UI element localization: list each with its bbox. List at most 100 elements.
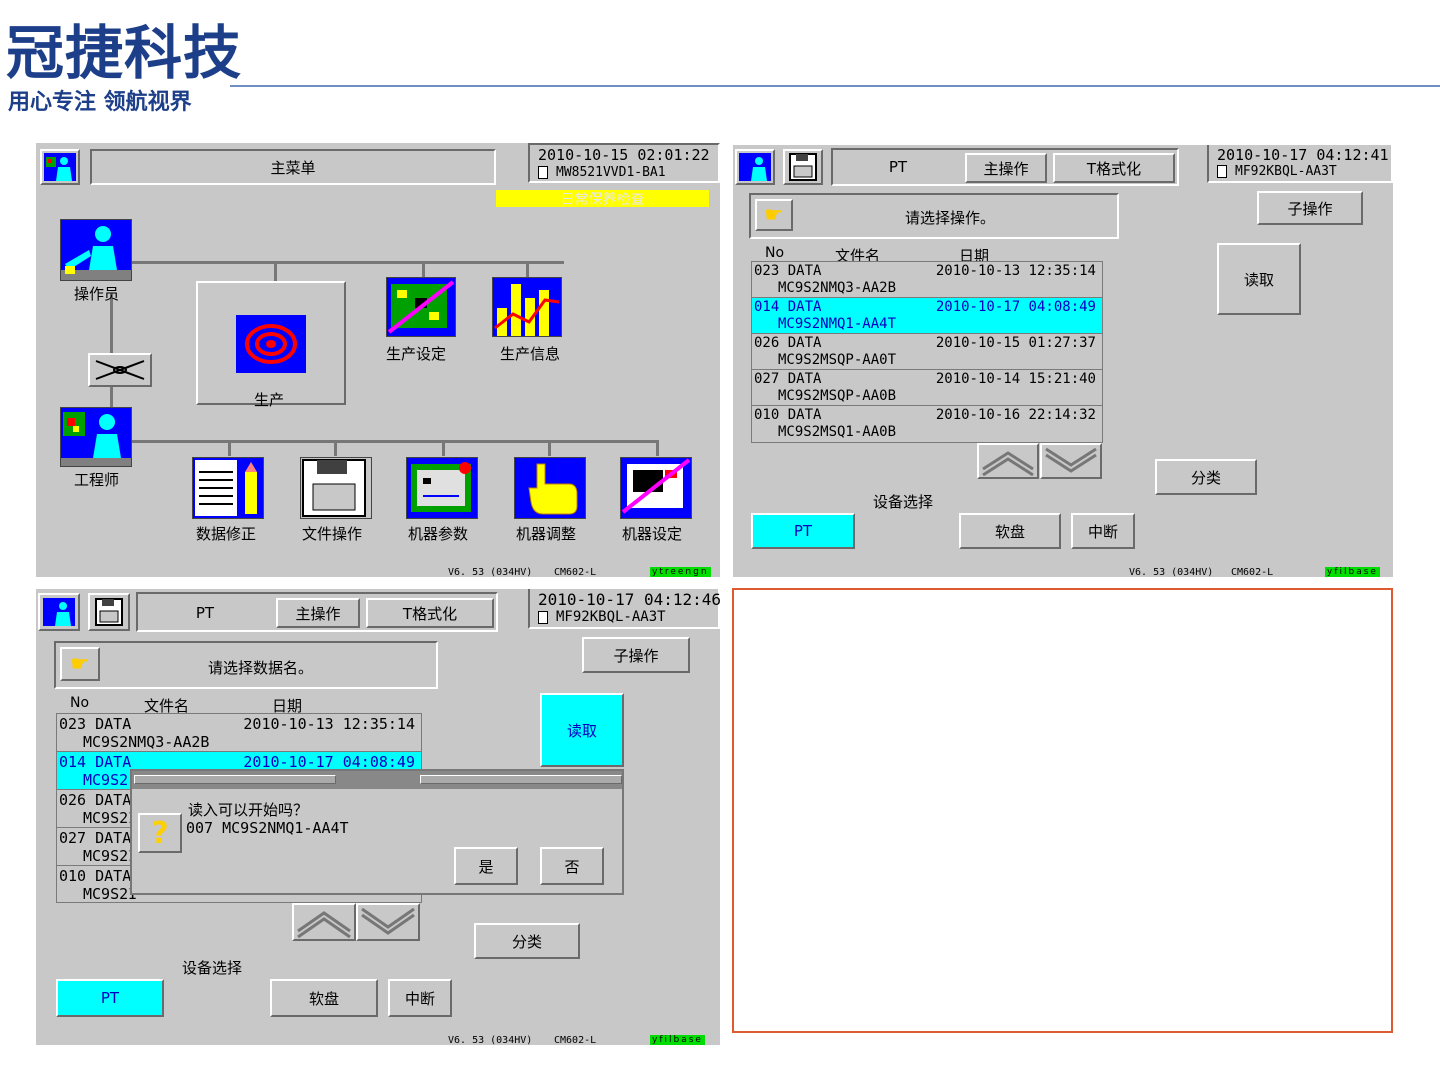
production-setting-label: 生产设定 [386,345,447,363]
screen-title: 主菜单 [90,149,496,185]
version-text: V6. 53 (034HV) [448,567,533,577]
version-text: V6. 53 (034HV) [448,1035,533,1045]
scissors-icon[interactable] [88,353,152,387]
model-text: CM602-L [1231,567,1274,577]
yes-button[interactable]: 是 [454,847,518,885]
tab-t-format[interactable]: T格式化 [366,598,494,628]
abort-button[interactable]: 中断 [1071,513,1135,549]
current-file: MF92KBQL-AA3T [1235,164,1337,179]
tree-line [656,440,659,456]
dialog-titlebar [132,771,622,789]
prompt-text: 请选择数据名。 [208,659,314,677]
production-setting-icon[interactable] [386,277,456,337]
tab-main-operation[interactable]: 主操作 [276,598,360,628]
home-user-icon[interactable] [735,149,775,185]
read-button[interactable]: 读取 [1217,243,1301,315]
tab-main-operation[interactable]: 主操作 [965,153,1047,183]
dialog-title-segment [134,775,336,784]
pointing-hand-icon: ☛ [755,199,793,231]
empty-frame [732,588,1393,1033]
status-box: 2010-10-17 04:12:41 MF92KBQL-AA3T [1207,145,1393,183]
table-row[interactable]: 023 DATA MC9S2NMQ3-AA2B 2010-10-13 12:35:1… [57,714,421,752]
classify-button[interactable]: 分类 [474,923,580,959]
table-row[interactable]: 023 DATA MC9S2NMQ3-AA2B 2010-10-13 12:35:1… [752,262,1102,298]
file-operation-icon[interactable] [300,457,372,519]
dialog-title-segment [420,775,622,784]
classify-button[interactable]: 分类 [1155,459,1257,495]
brand-subtitle: 用心专注 领航视界 [8,90,192,115]
current-file: MW8521VVD1-BA1 [556,165,666,180]
production-icon [236,315,306,373]
tree-line [228,440,231,456]
scroll-down-button[interactable] [1040,443,1102,479]
data-correction-icon[interactable] [192,457,264,519]
tree-line [442,440,445,456]
col-no: No [70,695,90,711]
status-tag: yfilbase [1325,567,1380,577]
device-pt-button[interactable]: PT [751,513,855,549]
scroll-down-button[interactable] [356,903,420,941]
tree-line [422,261,425,277]
operator-icon[interactable] [60,219,132,281]
status-box: 2010-10-17 04:12:46 MF92KBQL-AA3T [528,589,720,629]
datetime: 2010-10-17 04:12:41 [1217,146,1389,164]
dialog-question: 读入可以开始吗？ [188,801,309,819]
machine-setting-icon[interactable] [620,457,692,519]
device-floppy-button[interactable]: 软盘 [270,979,378,1017]
abort-button[interactable]: 中断 [388,979,452,1017]
machine-adjust-icon[interactable] [514,457,586,519]
table-row[interactable]: 010 DATA MC9S2MSQ1-AA0B 2010-10-16 22:14:3… [752,406,1102,442]
version-text: V6. 53 (034HV) [1129,567,1214,577]
floppy-icon[interactable] [88,593,130,631]
prompt-text: 请选择操作。 [905,209,996,227]
prompt-box: ☛ 请选择操作。 [749,193,1119,239]
maintenance-notice[interactable]: 日常保养检查 [496,190,709,208]
machine-adjust-label: 机器调整 [516,525,577,543]
status-box: 2010-10-15 02:01:22 MW8521VVD1-BA1 [528,143,720,183]
file-operation-screen: PT 主操作 T格式化 2010-10-17 04:12:41 MF92KBQL… [733,145,1393,577]
machine-parameter-label: 机器参数 [408,525,469,543]
floppy-icon[interactable] [783,149,823,185]
table-row[interactable]: 026 DATA MC9S2MSQP-AA0T 2010-10-15 01:27:3… [752,334,1102,370]
home-user-icon[interactable] [38,593,80,631]
engineer-label: 工程师 [74,471,120,489]
scroll-up-button[interactable] [977,443,1039,479]
production-info-icon[interactable] [492,277,562,337]
tab-pt[interactable]: PT [833,151,963,183]
header-divider [230,85,1440,87]
sub-operation-button[interactable]: 子操作 [1257,191,1363,225]
no-button[interactable]: 否 [540,847,604,885]
machine-setting-label: 机器设定 [622,525,683,543]
tree-line [132,261,564,264]
home-user-icon[interactable] [40,149,80,185]
model-text: CM602-L [554,1035,597,1045]
machine-parameter-icon[interactable] [406,457,478,519]
prompt-box: ☛ 请选择数据名。 [54,641,438,689]
production-button[interactable]: 生产 [196,281,346,409]
device-pt-button[interactable]: PT [56,979,164,1017]
device-select-label: 设备选择 [873,493,934,511]
status-tag: ytreengn [650,567,711,577]
file-icon [538,166,548,179]
engineer-icon[interactable] [60,407,132,467]
datetime: 2010-10-15 02:01:22 [538,146,710,164]
tab-t-format[interactable]: T格式化 [1053,153,1175,183]
read-button[interactable]: 读取 [540,693,624,767]
status-tag: yfilbase [650,1035,705,1045]
file-icon [538,610,548,624]
file-operation-label: 文件操作 [302,525,363,543]
pointing-hand-icon: ☛ [60,647,100,681]
production-info-label: 生产信息 [500,345,561,363]
col-no: No [765,245,785,261]
scroll-up-button[interactable] [292,903,356,941]
table-row-selected[interactable]: 014 DATA MC9S2NMQ1-AA4T 2010-10-17 04:08:4… [752,298,1102,334]
main-menu-screen: 主菜单 2010-10-15 02:01:22 MW8521VVD1-BA1 日… [36,143,720,577]
sub-operation-button[interactable]: 子操作 [582,637,690,673]
tab-pt[interactable]: PT [140,597,270,629]
device-floppy-button[interactable]: 软盘 [959,513,1061,549]
table-row[interactable]: 027 DATA MC9S2MSQP-AA0B 2010-10-14 15:21:4… [752,370,1102,406]
device-select-label: 设备选择 [182,959,243,977]
operator-label: 操作员 [74,285,120,303]
brand-title: 冠捷科技 [6,19,243,87]
model-text: CM602-L [554,567,597,577]
